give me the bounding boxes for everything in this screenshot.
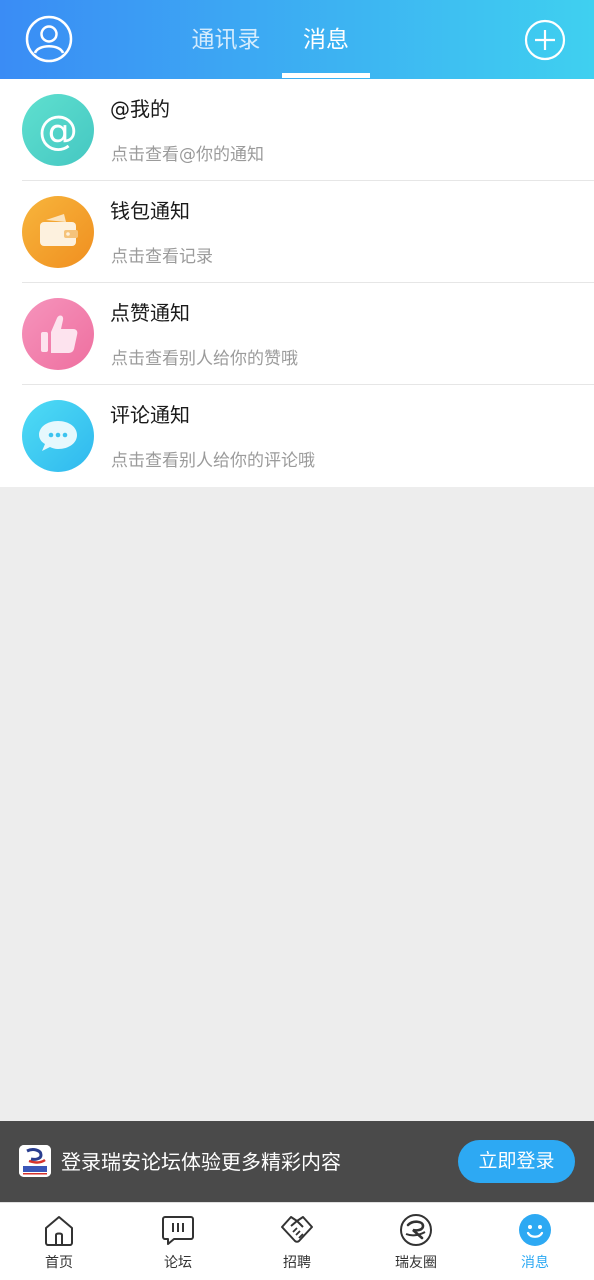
home-icon: [45, 1216, 73, 1246]
nav-messages[interactable]: 消息: [476, 1203, 594, 1280]
message-title: 点赞通知: [110, 301, 190, 325]
message-title: @我的: [110, 97, 170, 121]
thumbs-up-icon: [22, 298, 94, 370]
forum-icon: [162, 1216, 194, 1245]
tab-contacts[interactable]: 通讯录: [176, 22, 276, 58]
active-tab-indicator: [282, 73, 370, 78]
message-list: @ @我的 点击查看@你的通知 钱包通知 点击查看记录 点赞通知 点击查看别人给…: [0, 79, 594, 487]
nav-label: 论坛: [164, 1255, 192, 1271]
login-promo-banner: 登录瑞安论坛体验更多精彩内容 立即登录: [0, 1121, 594, 1202]
at-icon: @: [22, 94, 94, 166]
ruiyou-circle-icon: [400, 1214, 432, 1246]
message-title: 钱包通知: [110, 199, 190, 223]
login-now-button[interactable]: 立即登录: [458, 1140, 575, 1183]
nav-label: 瑞友圈: [395, 1255, 437, 1271]
plus-circle-icon: [524, 19, 566, 61]
handshake-icon: [281, 1216, 313, 1243]
top-header: 通讯录 消息: [0, 0, 594, 79]
message-subtitle: 点击查看别人给你的赞哦: [111, 349, 298, 369]
login-promo-text: 登录瑞安论坛体验更多精彩内容: [61, 1150, 341, 1174]
message-subtitle: 点击查看记录: [111, 247, 213, 267]
wallet-icon: [22, 196, 94, 268]
message-item-wallet[interactable]: 钱包通知 点击查看记录: [0, 181, 594, 283]
message-title: 评论通知: [110, 403, 190, 427]
svg-text:@: @: [38, 108, 78, 154]
message-subtitle: 点击查看别人给你的评论哦: [111, 451, 315, 471]
message-subtitle: 点击查看@你的通知: [111, 145, 264, 165]
nav-home[interactable]: 首页: [0, 1203, 118, 1280]
smile-icon: [519, 1214, 551, 1246]
user-avatar-button[interactable]: [25, 15, 73, 63]
message-item-comments[interactable]: 评论通知 点击查看别人给你的评论哦: [0, 385, 594, 487]
nav-ruiyou-circle[interactable]: 瑞友圈: [357, 1203, 475, 1280]
nav-label: 招聘: [283, 1255, 311, 1271]
bottom-navigation: 首页 论坛 招聘 瑞友圈 消息: [0, 1202, 594, 1280]
nav-forum[interactable]: 论坛: [119, 1203, 237, 1280]
forum-logo: [19, 1145, 51, 1177]
message-item-likes[interactable]: 点赞通知 点击查看别人给你的赞哦: [0, 283, 594, 385]
nav-jobs[interactable]: 招聘: [238, 1203, 356, 1280]
nav-label: 消息: [521, 1255, 549, 1271]
message-item-at-me[interactable]: @ @我的 点击查看@你的通知: [0, 79, 594, 181]
add-button[interactable]: [524, 19, 566, 61]
user-circle-icon: [25, 15, 73, 63]
nav-label: 首页: [45, 1255, 73, 1271]
comment-icon: [22, 400, 94, 472]
tab-messages[interactable]: 消息: [284, 22, 368, 58]
